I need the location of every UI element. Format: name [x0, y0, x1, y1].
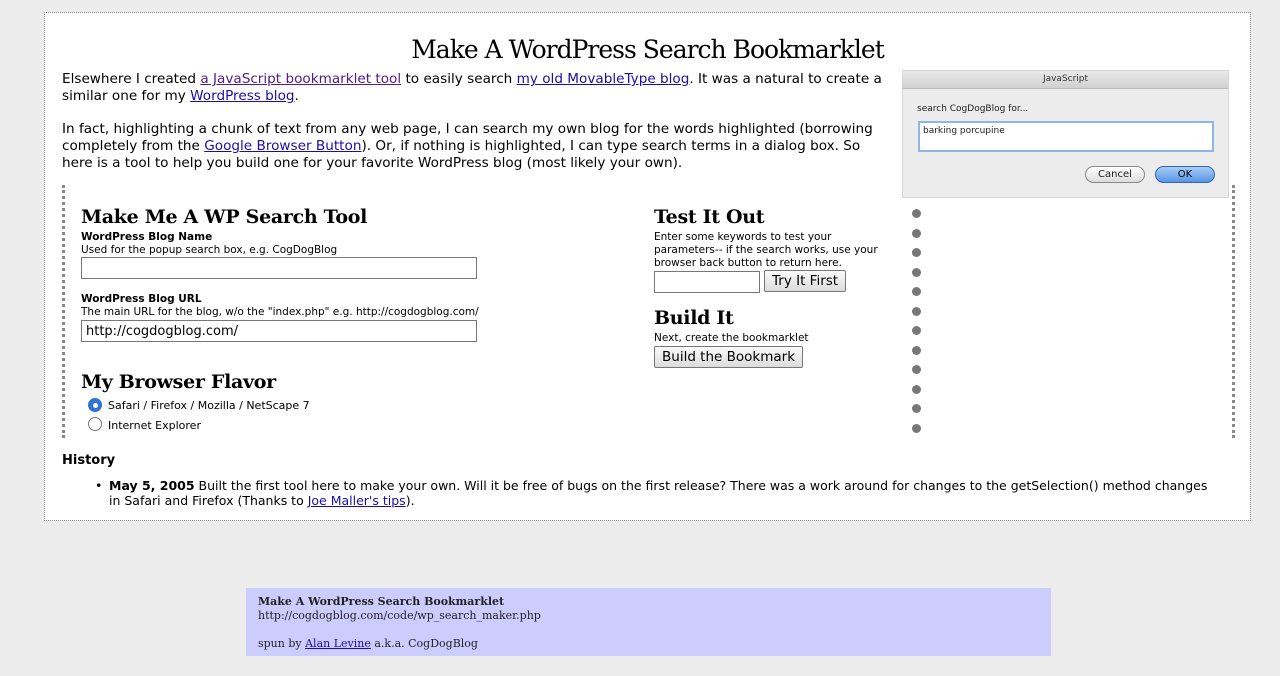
radio-internet-explorer-label: Internet Explorer	[108, 419, 201, 432]
divider-dot	[912, 326, 921, 335]
bookmarklet-form: Make Me A WP Search Tool WordPress Blog …	[62, 185, 1235, 438]
history-text: ).	[405, 493, 415, 508]
page-title: Make A WordPress Search Bookmarklet	[411, 35, 885, 64]
alan-levine-link[interactable]: Alan Levine	[305, 637, 371, 650]
footer-url: http://cogdogblog.com/code/wp_search_mak…	[258, 609, 541, 622]
divider-dot	[912, 287, 921, 296]
history-heading: History	[62, 453, 116, 468]
list-item: May 5, 2005 Built the first tool here to…	[95, 478, 1219, 508]
footer: Make A WordPress Search Bookmarklet http…	[246, 588, 1051, 656]
divider-dot	[912, 345, 921, 355]
radio-safari-firefox-label: Safari / Firefox / Mozilla / NetScape 7	[108, 399, 310, 412]
bookmarklet-tool-link[interactable]: a JavaScript bookmarklet tool	[200, 71, 401, 87]
try-it-first-button[interactable]: Try It First	[764, 270, 847, 292]
javascript-dialog-screenshot: JavaScript search CogDogBlog for... bark…	[902, 70, 1229, 198]
divider-dot	[912, 306, 921, 316]
footer-title: Make A WordPress Search Bookmarklet	[258, 595, 505, 608]
intro-text: to easily search	[401, 71, 517, 87]
wordpress-blog-link[interactable]: WordPress blog	[190, 88, 294, 104]
test-keywords-input[interactable]	[654, 271, 760, 293]
movabletype-blog-link[interactable]: my old MovableType blog	[517, 71, 690, 87]
dialog-title: JavaScript	[903, 71, 1228, 89]
blog-url-hint: The main URL for the blog, w/o the "inde…	[81, 306, 479, 318]
blog-name-input[interactable]	[81, 257, 477, 279]
build-it-hint: Next, create the bookmarklet	[654, 332, 809, 344]
blog-name-hint: Used for the popup search box, e.g. CogD…	[81, 244, 338, 256]
dialog-input: barking porcupine	[918, 121, 1214, 152]
blog-name-label: WordPress Blog Name	[81, 231, 213, 243]
intro-text: Elsewhere I created	[62, 71, 201, 87]
divider-dot	[912, 384, 921, 394]
history-list: May 5, 2005 Built the first tool here to…	[95, 478, 1219, 508]
make-tool-heading: Make Me A WP Search Tool	[81, 206, 367, 228]
test-it-hint: Enter some keywords to test your paramet…	[654, 231, 878, 269]
dialog-ok-button: OK	[1155, 166, 1215, 183]
intro-paragraph-1: Elsewhere I created a JavaScript bookmar…	[62, 71, 892, 105]
divider-dot	[912, 228, 921, 238]
divider-dot	[912, 404, 921, 413]
dialog-prompt: search CogDogBlog for...	[917, 104, 1029, 114]
divider-dot	[912, 365, 921, 374]
radio-safari-firefox[interactable]	[88, 398, 102, 412]
footer-credit-text: spun by	[258, 637, 306, 650]
test-it-heading: Test It Out	[654, 206, 765, 228]
intro-paragraph-2: In fact, highlighting a chunk of text fr…	[62, 121, 892, 172]
history-text: Built the first tool here to make your o…	[109, 478, 1208, 508]
intro-text: .	[294, 88, 299, 104]
footer-credit-text: a.k.a. CogDogBlog	[370, 637, 478, 650]
blog-url-label: WordPress Blog URL	[81, 293, 202, 305]
dialog-cancel-button: Cancel	[1085, 166, 1145, 183]
google-browser-button-link[interactable]: Google Browser Button	[204, 138, 361, 154]
divider-dot	[912, 209, 921, 218]
footer-credit: spun by Alan Levine a.k.a. CogDogBlog	[258, 637, 478, 650]
blog-url-input[interactable]	[81, 320, 477, 342]
radio-internet-explorer[interactable]	[88, 417, 102, 431]
history-date: May 5, 2005	[109, 478, 195, 493]
build-it-heading: Build It	[654, 307, 734, 329]
joe-maller-tips-link[interactable]: Joe Maller's tips	[308, 493, 406, 508]
divider-dot	[912, 423, 921, 433]
browser-flavor-heading: My Browser Flavor	[81, 371, 276, 393]
build-bookmark-button[interactable]: Build the Bookmark	[654, 346, 804, 368]
divider-dot	[912, 248, 921, 257]
main-panel: Make A WordPress Search Bookmarklet Else…	[44, 12, 1251, 521]
divider-dot	[912, 267, 921, 277]
